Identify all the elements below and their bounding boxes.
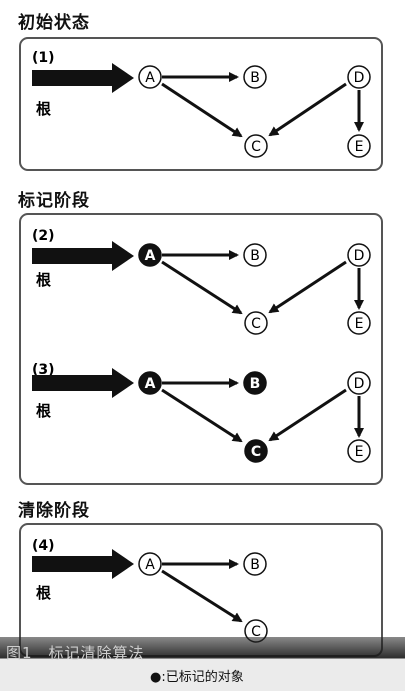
svg-text:B: B [250, 248, 260, 264]
svg-text:B: B [250, 70, 260, 86]
node-e: E [347, 311, 371, 335]
root-arrow [32, 241, 134, 271]
node-d: D [347, 371, 371, 395]
edge-a-c [161, 569, 243, 623]
node-e: E [347, 134, 371, 158]
node-a: A [138, 552, 162, 576]
svg-text:B: B [250, 557, 260, 573]
svg-text:D: D [354, 376, 365, 392]
legend: ●:已标记的对象 [150, 670, 244, 685]
node-a-marked: A [138, 243, 162, 267]
root-label: 根 [36, 100, 51, 118]
panel-1-border [19, 37, 383, 171]
panel-1-label: (1) [32, 50, 55, 66]
node-d: D [347, 65, 371, 89]
node-b: B [243, 65, 267, 89]
svg-text:A: A [145, 557, 155, 573]
root-label: 根 [36, 584, 51, 602]
edge-a-c [161, 82, 243, 138]
edge-a-c [161, 260, 243, 315]
node-a-marked: A [138, 371, 162, 395]
svg-text:C: C [251, 139, 261, 155]
svg-text:E: E [355, 139, 364, 155]
edge-d-c [268, 82, 347, 137]
root-arrow [32, 63, 134, 93]
node-d: D [347, 243, 371, 267]
svg-text:D: D [354, 70, 365, 86]
svg-text:E: E [355, 316, 364, 332]
svg-text:A: A [145, 70, 155, 86]
panel-2-label: (2) [32, 228, 55, 244]
edge-d-c [268, 388, 347, 442]
figure-caption: 图1 标记清除算法 [6, 644, 145, 662]
svg-text:B: B [250, 376, 261, 392]
node-c: C [244, 134, 268, 158]
node-c: C [244, 311, 268, 335]
svg-text:A: A [145, 376, 156, 392]
svg-text:C: C [251, 316, 261, 332]
node-c-marked: C [244, 439, 268, 463]
node-b: B [243, 552, 267, 576]
panel-2: (2) 根 A B C D E [32, 228, 371, 335]
panel-3: (3) 根 A B C D E [32, 362, 371, 463]
edge-a-c [161, 388, 243, 443]
node-b-marked: B [243, 371, 267, 395]
node-e: E [347, 439, 371, 463]
mark-sweep-diagram: (1) 根 A B C D E (2) 根 A B C D E (3) 根 A … [19, 37, 383, 657]
svg-text:D: D [354, 248, 365, 264]
panel-4-label: (4) [32, 538, 55, 554]
node-a: A [138, 65, 162, 89]
edge-d-c [268, 260, 347, 314]
panel-1: (1) 根 A B C D E [19, 37, 383, 171]
svg-text:A: A [145, 248, 156, 264]
root-label: 根 [36, 271, 51, 289]
root-label: 根 [36, 402, 51, 420]
node-b: B [243, 243, 267, 267]
svg-text:C: C [251, 444, 261, 460]
svg-text:E: E [355, 444, 364, 460]
